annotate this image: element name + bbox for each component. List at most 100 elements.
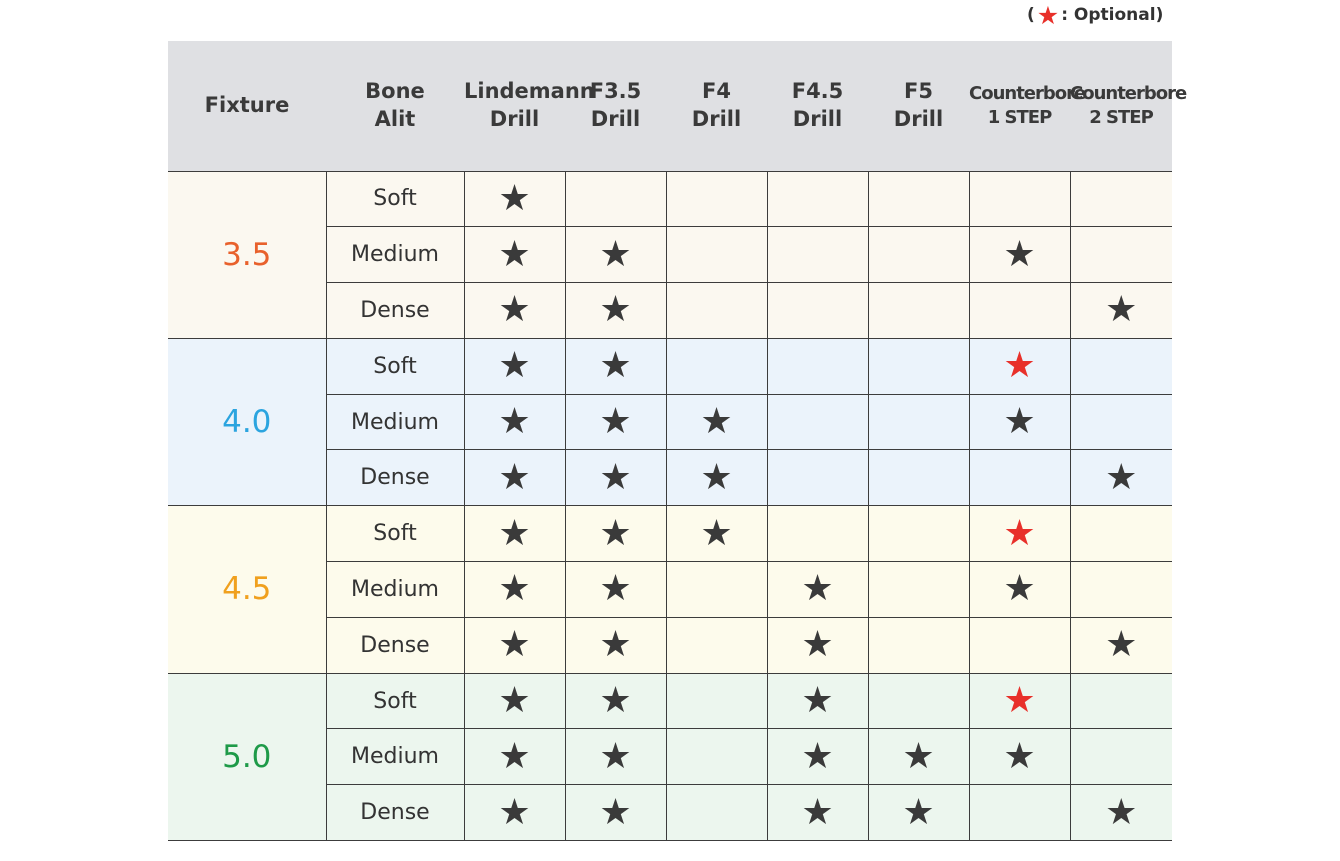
drill-cell: ★ <box>564 616 667 674</box>
drill-cell <box>968 616 1071 674</box>
drill-cell <box>867 282 970 339</box>
drill-cell <box>867 616 970 674</box>
drill-cell <box>1069 505 1172 563</box>
drill-cell: ★ <box>766 672 869 730</box>
drill-cell <box>766 505 869 563</box>
drill-cell <box>968 170 1071 228</box>
table-row: 4.5 Soft ★ ★ ★ ★ <box>168 505 1172 674</box>
drill-cell: ★ <box>463 728 566 786</box>
drill-cell <box>968 784 1071 842</box>
drill-cell: ★ <box>665 393 768 451</box>
drill-cell <box>665 728 768 786</box>
header-row: Fixture Bone Alit Lindemann Drill F3.5 Drill F4… <box>168 41 1187 171</box>
drill-cell: ★ <box>1069 784 1172 842</box>
star-icon: ★ <box>801 624 834 666</box>
header-line: Counterbore <box>969 83 1086 105</box>
bone-density-cell: Soft <box>325 337 465 395</box>
header-counterbore-2-step: Counterbore 2 STEP <box>1070 41 1187 171</box>
bone-density-cell: Medium <box>325 728 465 786</box>
drill-cell: ★ <box>463 226 566 284</box>
star-icon: ★ <box>599 512 632 554</box>
drill-cell: ★ <box>968 672 1071 730</box>
bone-density-cell: Soft <box>325 505 465 563</box>
drill-cell: ★ <box>564 393 667 451</box>
drill-cell: ★ <box>968 728 1071 786</box>
star-red-icon: ★ <box>1003 680 1036 722</box>
star-icon: ★ <box>902 735 935 777</box>
drill-cell <box>867 672 970 730</box>
star-icon: ★ <box>1105 289 1138 331</box>
header-line: 2 STEP <box>1089 106 1154 128</box>
star-icon: ★ <box>498 568 531 610</box>
bone-density-cell: Dense <box>325 449 465 507</box>
star-icon: ★ <box>599 791 632 833</box>
drill-cell <box>766 393 869 451</box>
drill-cell: ★ <box>463 672 566 730</box>
bone-density-cell: Medium <box>325 561 465 618</box>
drill-cell: ★ <box>564 226 667 284</box>
fixture-size: 4.5 <box>168 505 327 674</box>
star-icon: ★ <box>498 233 531 275</box>
star-icon: ★ <box>801 735 834 777</box>
drill-cell <box>968 449 1071 507</box>
bone-density-cell: Soft <box>325 672 465 730</box>
star-icon: ★ <box>801 680 834 722</box>
header-bone-alit: Bone Alit <box>326 41 464 171</box>
table-body: 3.5 Soft ★ Medium ★ ★ ★ Dense ★ ★ ★ 4.0 Soft ★ ★ ★ Mediu… <box>168 170 1172 842</box>
drill-cell: ★ <box>968 393 1071 451</box>
drill-cell <box>867 449 970 507</box>
header-line: Bone <box>365 79 425 104</box>
drill-cell <box>867 170 970 228</box>
drill-cell <box>766 170 869 228</box>
drill-cell <box>766 282 869 339</box>
star-icon: ★ <box>498 624 531 666</box>
star-icon: ★ <box>599 233 632 275</box>
header-lindemann-drill: Lindemann Drill <box>464 41 595 171</box>
header-line: F5 <box>904 79 933 104</box>
table-row: 4.0 Soft ★ ★ ★ <box>168 337 1172 507</box>
drill-cell: ★ <box>463 505 566 563</box>
drill-cell <box>867 561 970 618</box>
header-line: Drill <box>893 106 944 131</box>
star-icon: ★ <box>498 177 531 219</box>
drill-cell: ★ <box>463 784 566 842</box>
drill-cell: ★ <box>564 672 667 730</box>
header-line: Alit <box>374 106 416 131</box>
drill-cell: ★ <box>766 784 869 842</box>
star-icon: ★ <box>498 345 531 387</box>
header-counterbore-1-step: Counterbore 1 STEP <box>969 41 1086 171</box>
drill-cell <box>665 337 768 395</box>
star-icon: ★ <box>599 401 632 443</box>
optional-legend: ( ★ : Optional) <box>1027 2 1177 28</box>
drill-cell <box>665 616 768 674</box>
drill-cell: ★ <box>463 561 566 618</box>
header-line: Drill <box>792 106 843 131</box>
table-row: 5.0 Soft ★ ★ ★ ★ <box>168 672 1172 842</box>
star-icon: ★ <box>599 624 632 666</box>
star-icon: ★ <box>801 568 834 610</box>
drill-cell <box>1069 672 1172 730</box>
drill-cell: ★ <box>463 170 566 228</box>
drill-cell <box>968 282 1071 339</box>
drill-cell: ★ <box>867 784 970 842</box>
drill-cell <box>665 672 768 730</box>
star-icon: ★ <box>1003 568 1036 610</box>
star-icon: ★ <box>1003 735 1036 777</box>
drill-cell <box>1069 226 1172 284</box>
bone-density-cell: Dense <box>325 784 465 842</box>
drill-cell: ★ <box>564 728 667 786</box>
bone-density-cell: Soft <box>325 170 465 228</box>
bone-density-cell: Dense <box>325 616 465 674</box>
drill-cell: ★ <box>1069 449 1172 507</box>
star-icon: ★ <box>902 791 935 833</box>
drill-cell <box>1069 337 1172 395</box>
drill-cell: ★ <box>766 616 869 674</box>
star-icon: ★ <box>599 568 632 610</box>
drill-cell <box>766 337 869 395</box>
star-icon: ★ <box>498 289 531 331</box>
drill-cell <box>564 170 667 228</box>
star-icon: ★ <box>801 791 834 833</box>
star-icon: ★ <box>700 456 733 498</box>
header-f3-5-drill: F3.5 Drill <box>565 41 666 171</box>
header-line: Fixture <box>204 93 290 118</box>
